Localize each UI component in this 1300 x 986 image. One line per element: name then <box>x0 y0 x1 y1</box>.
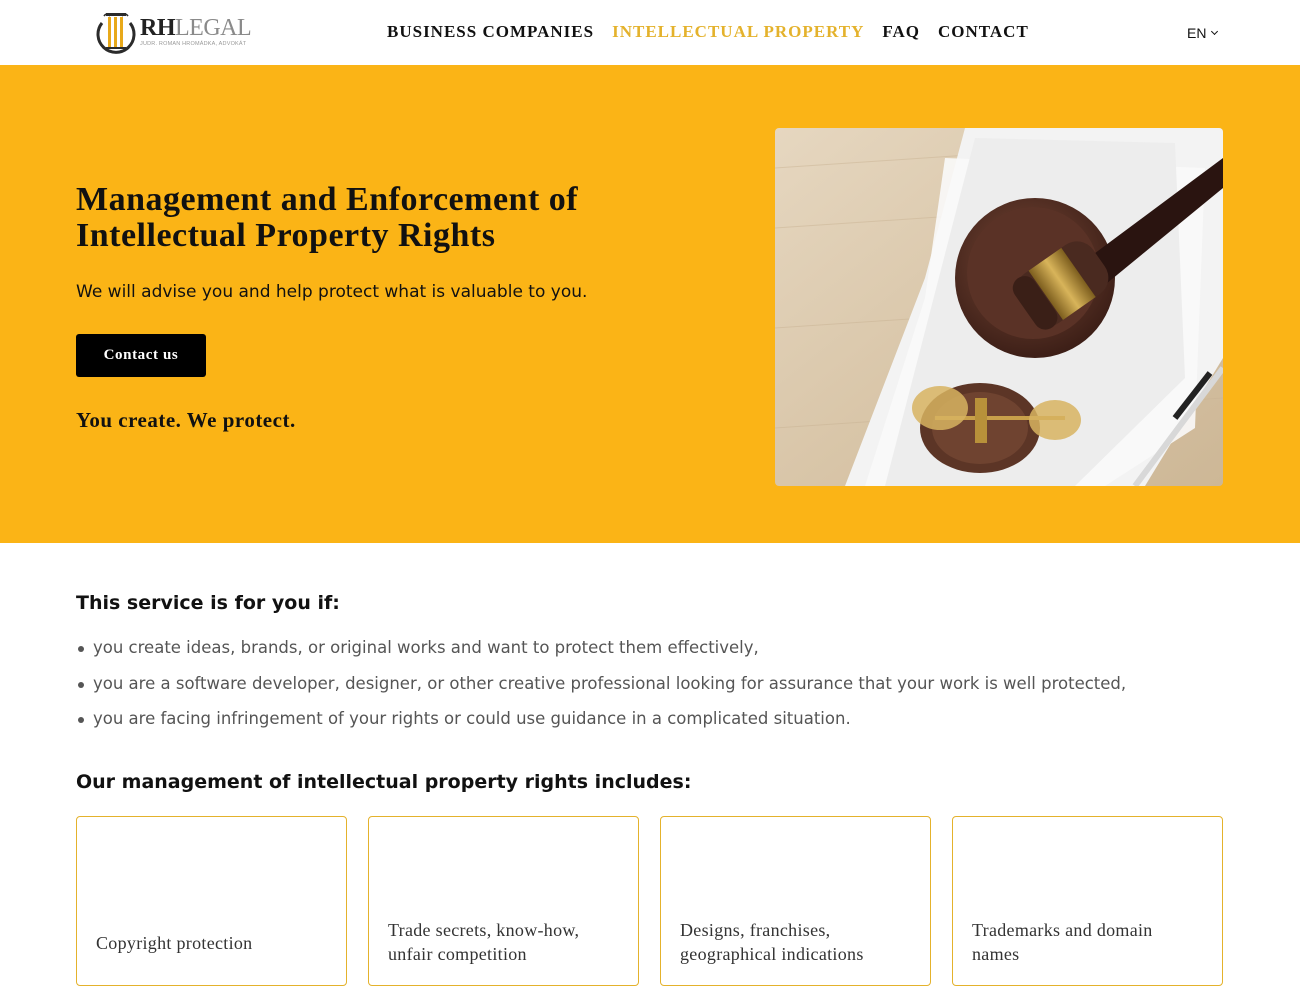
logo[interactable]: RHLEGAL JUDR. ROMAN HROMÁDKA, ADVOKÁT <box>94 8 254 56</box>
card-label-line2: unfair competition <box>388 944 527 964</box>
hero-tagline: You create. We protect. <box>76 408 296 432</box>
language-label: EN <box>1187 25 1207 41</box>
logo-subtitle: JUDR. ROMAN HROMÁDKA, ADVOKÁT <box>140 41 247 47</box>
management-heading: Our management of intellectual property … <box>76 771 692 793</box>
card-designs[interactable]: Designs, franchises, geographical indica… <box>660 816 931 986</box>
card-label-line1: Copyright protection <box>96 933 253 953</box>
nav-faq[interactable]: FAQ <box>882 22 920 42</box>
list-item: you create ideas, brands, or original wo… <box>76 638 1126 674</box>
card-label-line1: Designs, franchises, <box>680 920 831 940</box>
list-item-text: you are a software developer, designer, … <box>93 673 1127 693</box>
bullet-icon <box>78 717 84 723</box>
logo-rh: RH <box>140 15 176 41</box>
language-selector[interactable]: EN <box>1187 25 1219 41</box>
bullet-icon <box>78 681 84 688</box>
contact-us-button[interactable]: Contact us <box>76 334 206 377</box>
list-item: you are a software developer, designer, … <box>76 674 1126 710</box>
service-list: you create ideas, brands, or original wo… <box>76 638 1126 745</box>
nav-contact[interactable]: CONTACT <box>938 22 1029 42</box>
card-label-line2: names <box>972 944 1020 964</box>
card-label-line1: Trade secrets, know-how, <box>388 920 580 940</box>
nav-intellectual-property[interactable]: INTELLECTUAL PROPERTY <box>612 22 864 42</box>
main-nav: BUSINESS COMPANIES INTELLECTUAL PROPERTY… <box>387 22 1029 42</box>
hero-title: Management and Enforcement of Intellectu… <box>76 181 579 254</box>
list-item: you are facing infringement of your righ… <box>76 709 1126 745</box>
card-copyright[interactable]: Copyright protection <box>76 816 347 986</box>
bullet-icon <box>78 646 84 652</box>
hero-subtitle: We will advise you and help protect what… <box>76 282 588 302</box>
card-trademarks[interactable]: Trademarks and domain names <box>952 816 1223 986</box>
chevron-down-icon <box>1211 27 1219 35</box>
service-heading: This service is for you if: <box>76 592 340 614</box>
hero-section: Management and Enforcement of Intellectu… <box>0 65 1300 543</box>
management-cards: Copyright protection Trade secrets, know… <box>76 816 1223 986</box>
gavel-and-scales-image <box>775 128 1223 486</box>
logo-legal: LEGAL <box>175 15 252 41</box>
card-label-line2: geographical indications <box>680 944 864 964</box>
column-logo-icon <box>94 9 138 55</box>
list-item-text: you are facing infringement of your righ… <box>93 709 851 728</box>
card-trade-secrets[interactable]: Trade secrets, know-how, unfair competit… <box>368 816 639 986</box>
card-label-line1: Trademarks and domain <box>972 920 1153 940</box>
nav-business-companies[interactable]: BUSINESS COMPANIES <box>387 22 594 42</box>
list-item-text: you create ideas, brands, or original wo… <box>93 638 759 657</box>
site-header: RHLEGAL JUDR. ROMAN HROMÁDKA, ADVOKÁT BU… <box>0 0 1300 65</box>
